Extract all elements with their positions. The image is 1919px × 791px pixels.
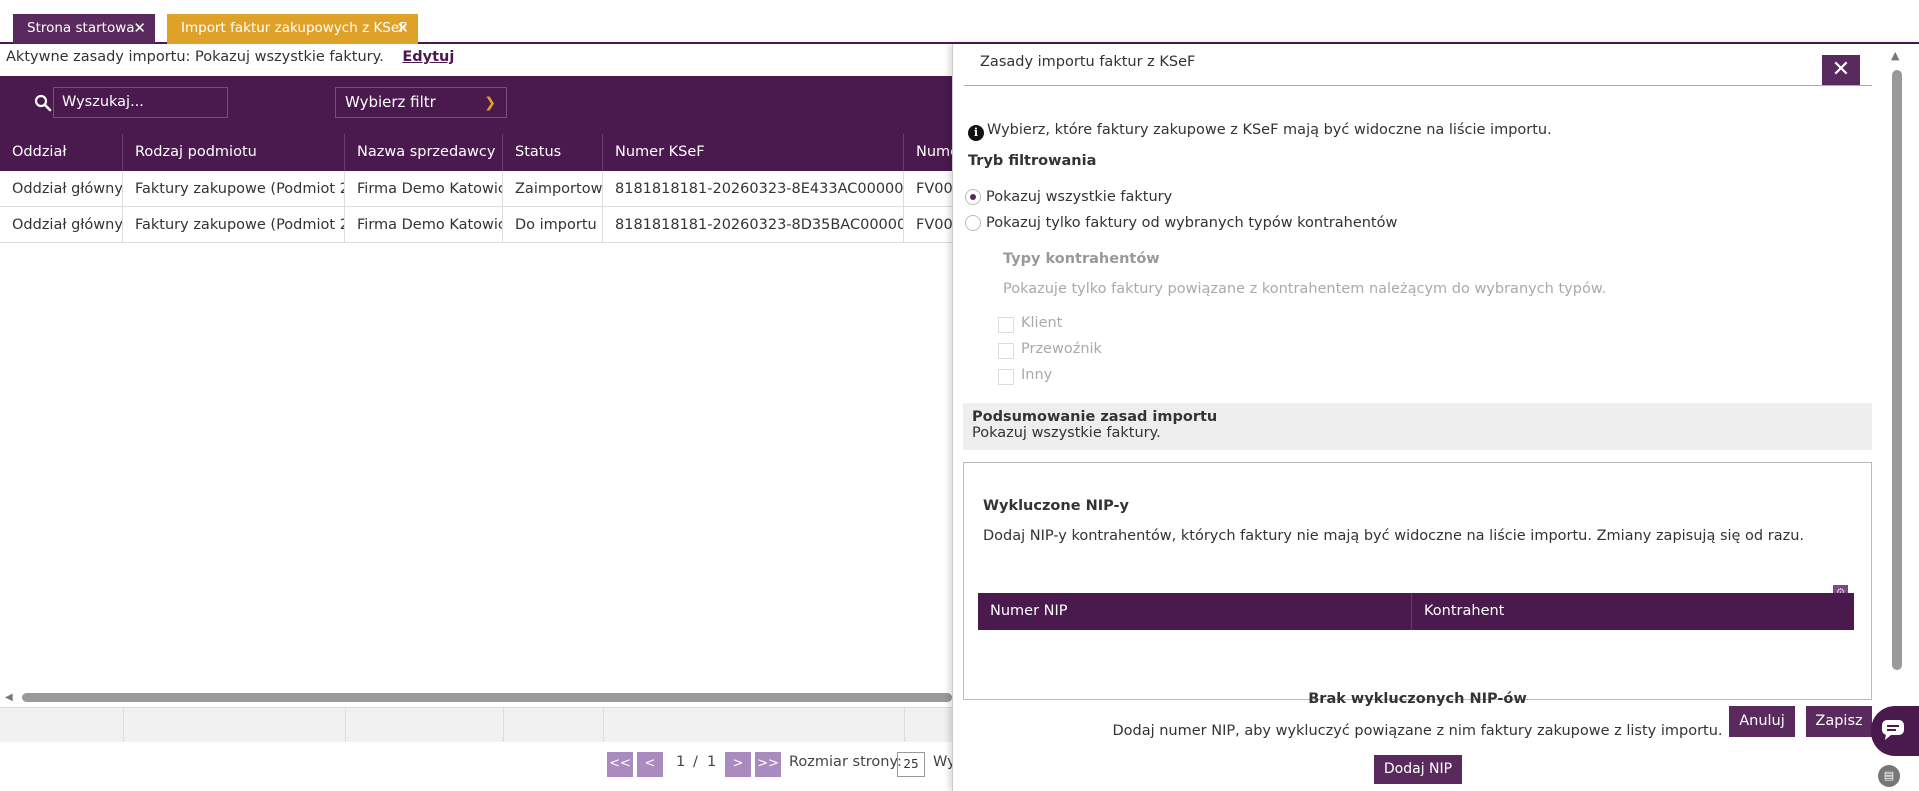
radio-selected-types[interactable] — [965, 215, 981, 231]
chat-icon[interactable]: ▤ — [1878, 765, 1900, 787]
chevron-down-icon: ❯ — [484, 95, 496, 111]
column-header-seller[interactable]: Nazwa sprzedawcy — [345, 134, 503, 171]
excluded-nips-desc: Dodaj NIP-y kontrahentów, których faktur… — [983, 528, 1804, 544]
next-page-button[interactable]: > — [725, 752, 751, 777]
column-header-nip[interactable]: Numer NIP — [978, 593, 1412, 630]
cancel-button[interactable]: Anuluj — [1729, 706, 1795, 737]
import-rules-panel: Zasady importu faktur z KSeF ✕ ▲ ▼ iWybi… — [952, 44, 1919, 791]
info-icon: i — [968, 125, 984, 141]
summary-text: Pokazuj wszystkie faktury. — [972, 425, 1161, 441]
radio-show-all[interactable] — [965, 189, 981, 205]
checkbox-label[interactable]: Klient — [1021, 315, 1062, 331]
panel-title: Zasady importu faktur z KSeF — [980, 54, 1196, 70]
table-header: Oddział Rodzaj podmiotu Nazwa sprzedawcy… — [0, 134, 964, 171]
search-input[interactable]: Wyszukaj... — [53, 87, 228, 118]
save-button[interactable]: Zapisz — [1806, 706, 1872, 737]
table-cell: Faktury zakupowe (Podmiot 2) — [123, 207, 345, 242]
close-panel-button[interactable]: ✕ — [1822, 55, 1860, 85]
vertical-scrollbar[interactable]: ▲ ▼ — [1886, 44, 1910, 791]
current-page: 1 — [676, 754, 686, 770]
excluded-nips-title: Wykluczone NIP-y — [983, 498, 1129, 514]
table-cell: Zaimportowa — [503, 171, 603, 206]
summary-title: Podsumowanie zasad importu — [972, 409, 1218, 425]
column-header-ksef-number[interactable]: Numer KSeF — [603, 134, 904, 171]
info-message: i Wybierz, które faktury zakupowe z KSeF … — [968, 122, 1552, 141]
last-page-button[interactable]: >> — [755, 752, 781, 777]
scrollbar-thumb[interactable] — [1892, 70, 1902, 670]
contractor-types-title: Typy kontrahentów — [1003, 251, 1160, 267]
table-cell: Oddział główny — [0, 207, 123, 242]
table-row[interactable]: Oddział główny Faktury zakupowe (Podmiot… — [0, 171, 964, 207]
pagination: << < 1 / 1 > >> Rozmiar strony: 25 Wy — [0, 752, 956, 777]
page-separator: / — [693, 754, 698, 770]
search-icon — [34, 94, 52, 112]
column-header-branch[interactable]: Oddział — [0, 134, 123, 171]
add-nip-button[interactable]: Dodaj NIP — [1374, 755, 1462, 784]
table-cell: 8181818181-20260323-8E433AC00000-9B — [603, 171, 904, 206]
divider — [964, 85, 1872, 86]
info-text: Wybierz, które faktury zakupowe z KSeF m… — [987, 122, 1552, 138]
table-cell: Do importu — [503, 207, 603, 242]
toolbar: Wyszukaj... Wybierz filtr ❯ — [0, 76, 952, 134]
scroll-up-icon[interactable]: ▲ — [1891, 49, 1899, 62]
radio-label[interactable]: Pokazuj wszystkie faktury — [986, 189, 1172, 205]
tab-bar: Strona startowa ✕ Import faktur zakupowy… — [0, 0, 1919, 44]
table-cell: Faktury zakupowe (Podmiot 2) — [123, 171, 345, 206]
page-size-label: Rozmiar strony: — [789, 754, 902, 770]
checkbox-other[interactable] — [998, 369, 1014, 385]
prev-page-button[interactable]: < — [637, 752, 663, 777]
filter-mode-label: Tryb filtrowania — [968, 153, 1097, 169]
scroll-left-icon[interactable]: ◀ — [5, 692, 13, 703]
invoice-table: Oddział Rodzaj podmiotu Nazwa sprzedawcy… — [0, 134, 964, 243]
edit-rules-link[interactable]: Edytuj — [402, 49, 454, 65]
contractor-types-desc: Pokazuje tylko faktury powiązane z kontr… — [1003, 281, 1606, 297]
rules-summary: Podsumowanie zasad importu Pokazuj wszys… — [963, 403, 1872, 450]
scrollbar-thumb[interactable] — [22, 693, 952, 702]
horizontal-scrollbar[interactable]: ◀ — [0, 690, 952, 705]
filter-select[interactable]: Wybierz filtr ❯ — [335, 87, 507, 118]
filter-label: Wybierz filtr — [345, 93, 436, 111]
tab-label: Import faktur zakupowych z KSeF — [181, 20, 407, 36]
chat-button[interactable] — [1871, 706, 1919, 756]
first-page-button[interactable]: << — [607, 752, 633, 777]
table-cell: Oddział główny — [0, 171, 123, 206]
checkbox-label[interactable]: Inny — [1021, 367, 1052, 383]
table-footer — [0, 707, 952, 742]
radio-label[interactable]: Pokazuj tylko faktury od wybranych typów… — [986, 215, 1397, 231]
table-cell: Firma Demo Katowice — [345, 171, 503, 206]
chat-icon — [1882, 720, 1904, 740]
table-row[interactable]: Oddział główny Faktury zakupowe (Podmiot… — [0, 207, 964, 243]
close-icon[interactable]: ✕ — [396, 14, 409, 42]
empty-state-title: Brak wykluczonych NIP-ów — [1308, 691, 1527, 707]
column-header-status[interactable]: Status — [503, 134, 603, 171]
column-header-entity-type[interactable]: Rodzaj podmiotu — [123, 134, 345, 171]
tab-label: Strona startowa — [27, 20, 135, 36]
column-header-contractor[interactable]: Kontrahent — [1412, 593, 1504, 630]
checkbox-carrier[interactable] — [998, 343, 1014, 359]
active-rules-text: Aktywne zasady importu: Pokazuj wszystki… — [6, 49, 384, 65]
checkbox-client[interactable] — [998, 317, 1014, 333]
page-size-input[interactable]: 25 — [897, 752, 925, 777]
tab-ksef-import[interactable]: Import faktur zakupowych z KSeF ✕ — [167, 14, 418, 44]
close-icon[interactable]: ✕ — [133, 14, 146, 42]
excluded-nips-table-header: Numer NIP Kontrahent — [978, 593, 1854, 630]
checkbox-label[interactable]: Przewoźnik — [1021, 341, 1102, 357]
total-pages: 1 — [707, 754, 717, 770]
table-cell: Firma Demo Katowice — [345, 207, 503, 242]
table-cell: 8181818181-20260323-8D35BAC00000-1C — [603, 207, 904, 242]
active-rules-bar: Aktywne zasady importu: Pokazuj wszystki… — [6, 49, 454, 65]
excluded-nips-section: Wykluczone NIP-y Dodaj NIP-y kontrahentó… — [963, 462, 1872, 700]
tab-home[interactable]: Strona startowa ✕ — [13, 14, 155, 44]
